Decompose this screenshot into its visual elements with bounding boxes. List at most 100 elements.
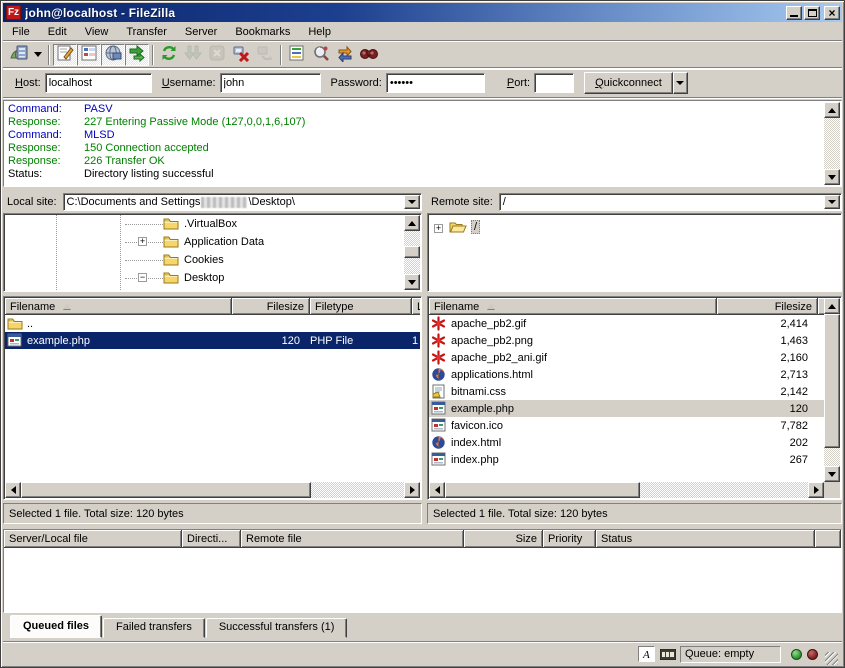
- file-row-apache_pb2_ani-gif[interactable]: apache_pb2_ani.gif2,160: [429, 349, 824, 366]
- queue-column-size[interactable]: Size: [464, 530, 543, 548]
- tree-scroll-down-button[interactable]: [404, 274, 420, 290]
- column-header-filesize[interactable]: Filesize: [232, 298, 310, 315]
- file-row-example-php[interactable]: example.php120PHP File1: [5, 332, 420, 349]
- disconnect-icon: [232, 44, 250, 65]
- scroll-right-button[interactable]: [404, 482, 420, 498]
- host-input[interactable]: [45, 73, 152, 93]
- refresh-button[interactable]: [157, 44, 181, 66]
- file-row-apache_pb2-png[interactable]: apache_pb2.png1,463: [429, 332, 824, 349]
- remote-vscrollbar-thumb[interactable]: [824, 314, 840, 448]
- tree-scrollbar-thumb[interactable]: [404, 246, 420, 258]
- process-queue-button[interactable]: [181, 44, 205, 66]
- toggle-queue-view-button[interactable]: [125, 44, 149, 66]
- column-header-label: L: [417, 301, 420, 313]
- column-header-l[interactable]: L: [412, 298, 420, 315]
- tree-expander[interactable]: +: [138, 237, 147, 246]
- remote-site-dropdown[interactable]: [824, 195, 840, 209]
- menu-help[interactable]: Help: [299, 24, 340, 40]
- php-file-icon: [7, 333, 23, 349]
- arrow-up-icon: [828, 304, 836, 309]
- title-bar: Fz john@localhost - FileZilla ×: [3, 3, 842, 22]
- tab-queued-files[interactable]: Queued files: [10, 615, 102, 638]
- menu-edit[interactable]: Edit: [39, 24, 76, 40]
- resize-grip[interactable]: [825, 652, 838, 665]
- menu-view[interactable]: View: [76, 24, 118, 40]
- tree-expander[interactable]: −: [138, 273, 147, 282]
- ascii-transfer-type-icon[interactable]: A: [638, 646, 655, 662]
- file-row-apache_pb2-gif[interactable]: apache_pb2.gif2,414: [429, 315, 824, 332]
- queue-column-priority[interactable]: Priority: [543, 530, 596, 548]
- close-button[interactable]: ×: [824, 6, 840, 20]
- log-scroll-down-button[interactable]: [824, 169, 840, 185]
- queue-column-remote-file[interactable]: Remote file: [241, 530, 464, 548]
- toggle-remote-tree-button[interactable]: [101, 44, 125, 66]
- tree-item--virtualbox[interactable]: .VirtualBox: [5, 215, 420, 233]
- maximize-button[interactable]: [804, 6, 820, 20]
- toggle-log-view-button[interactable]: [53, 44, 77, 66]
- queue-column-server-local-file[interactable]: Server/Local file: [4, 530, 182, 548]
- column-header-filename[interactable]: Filename: [429, 298, 717, 315]
- tree-item-root[interactable]: +/: [429, 218, 840, 236]
- quickconnect-dropdown[interactable]: [673, 72, 688, 94]
- minimize-button[interactable]: [786, 6, 802, 20]
- log-entry-type: Command:: [8, 129, 84, 142]
- tree-expander[interactable]: +: [434, 224, 443, 233]
- reconnect-button[interactable]: [253, 44, 277, 66]
- local-site-dropdown[interactable]: [404, 195, 420, 209]
- column-header-filetype[interactable]: Filetype: [310, 298, 412, 315]
- speedlimit-icon[interactable]: [659, 646, 676, 662]
- scroll-down-button[interactable]: [824, 466, 840, 482]
- tree-item-desktop[interactable]: −Desktop: [5, 269, 420, 287]
- remote-selection-status: Selected 1 file. Total size: 120 bytes: [433, 508, 608, 520]
- tree-scroll-up-button[interactable]: [404, 215, 420, 231]
- scroll-left-button[interactable]: [5, 482, 21, 498]
- tab-successful-transfers-1-[interactable]: Successful transfers (1): [206, 618, 348, 638]
- port-input[interactable]: [534, 73, 574, 93]
- cancel-operation-button[interactable]: [205, 44, 229, 66]
- filter-button[interactable]: [285, 44, 309, 66]
- file-row-applications-html[interactable]: applications.html2,713: [429, 366, 824, 383]
- file-row-index-php[interactable]: index.php267: [429, 451, 824, 468]
- file-row-index-html[interactable]: index.html202: [429, 434, 824, 451]
- sync-browsing-icon: [336, 44, 354, 65]
- menu-bookmarks[interactable]: Bookmarks: [226, 24, 299, 40]
- tab-failed-transfers[interactable]: Failed transfers: [103, 618, 205, 638]
- site-manager-button[interactable]: [7, 44, 31, 66]
- apache-icon: [431, 350, 447, 366]
- site-manager-dropdown[interactable]: [31, 44, 45, 66]
- scroll-left-button[interactable]: [429, 482, 445, 498]
- sync-browsing-button[interactable]: [333, 44, 357, 66]
- arrow-right-icon: [410, 486, 415, 494]
- column-header-label: Server/Local file: [9, 533, 88, 545]
- menu-file[interactable]: File: [3, 24, 39, 40]
- column-header-filename[interactable]: Filename: [5, 298, 232, 315]
- toggle-local-tree-button[interactable]: [77, 44, 101, 66]
- password-input[interactable]: [386, 73, 485, 93]
- tree-item-application-data[interactable]: +Application Data: [5, 233, 420, 251]
- menu-transfer[interactable]: Transfer: [117, 24, 176, 40]
- local-site-combo[interactable]: C:\Documents and Settings\Desktop\: [63, 193, 422, 211]
- tree-item-cookies[interactable]: Cookies: [5, 251, 420, 269]
- find-files-button[interactable]: [357, 44, 381, 66]
- file-row-bitnami-css[interactable]: bitnami.css2,142: [429, 383, 824, 400]
- file-cell: 1: [412, 332, 420, 349]
- remote-site-combo[interactable]: /: [499, 193, 842, 211]
- remote-hscrollbar-thumb[interactable]: [445, 482, 640, 498]
- file-row--[interactable]: ..: [5, 315, 420, 332]
- queue-column-directi-[interactable]: Directi...: [182, 530, 241, 548]
- username-input[interactable]: [220, 73, 321, 93]
- menu-server[interactable]: Server: [176, 24, 226, 40]
- queue-column-status[interactable]: Status: [596, 530, 815, 548]
- disconnect-button[interactable]: [229, 44, 253, 66]
- local-tree-view-icon: [80, 44, 98, 65]
- filezilla-logo-icon[interactable]: Fz: [6, 5, 21, 20]
- file-row-example-php[interactable]: example.php120: [429, 400, 824, 417]
- local-hscrollbar-thumb[interactable]: [21, 482, 311, 498]
- quickconnect-button[interactable]: Quickconnect: [584, 72, 673, 94]
- scroll-right-button[interactable]: [808, 482, 824, 498]
- file-row-favicon-ico[interactable]: favicon.ico7,782: [429, 417, 824, 434]
- compare-directories-button[interactable]: [309, 44, 333, 66]
- scroll-up-button[interactable]: [824, 298, 840, 314]
- column-header-filesize[interactable]: Filesize: [717, 298, 818, 315]
- log-scroll-up-button[interactable]: [824, 102, 840, 118]
